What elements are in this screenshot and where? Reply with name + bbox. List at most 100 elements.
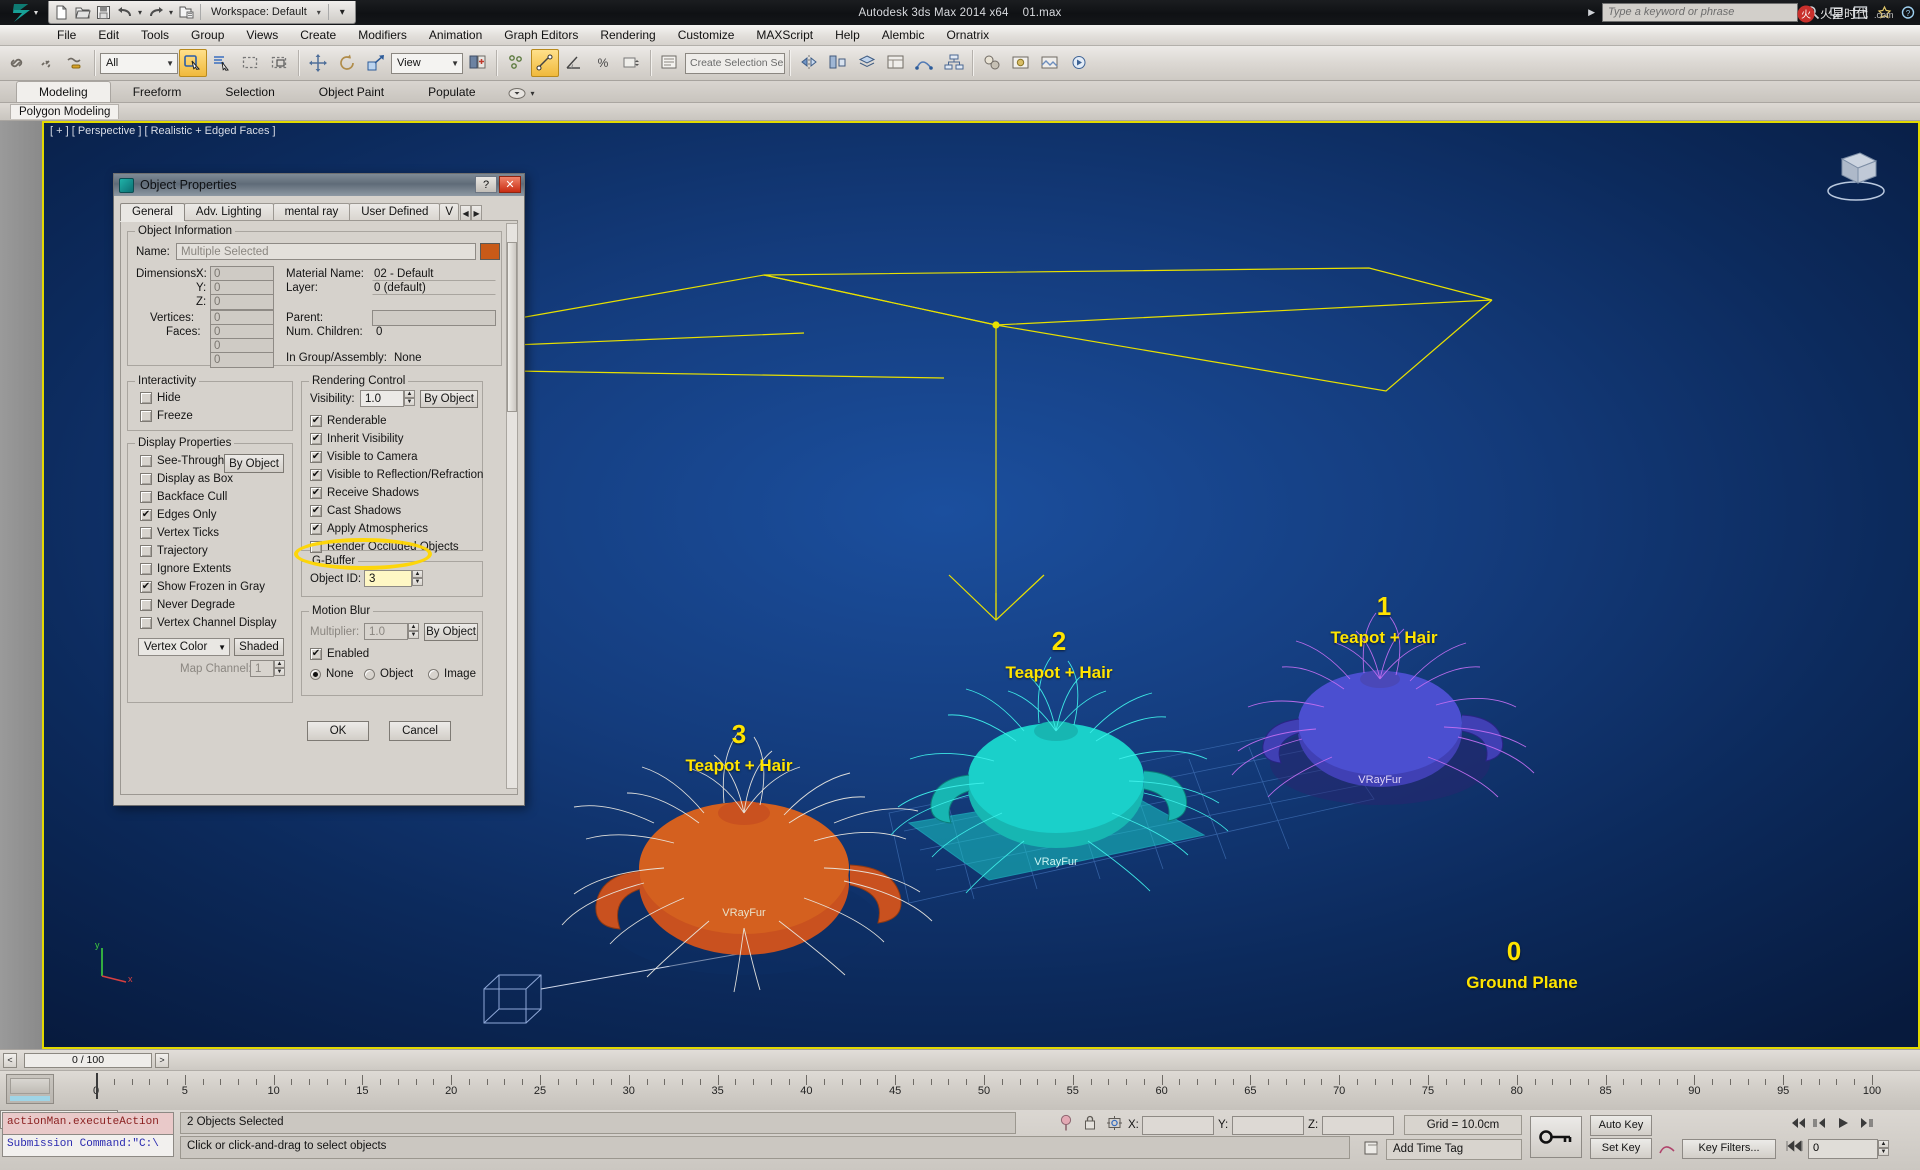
key-filter-curve-icon[interactable] <box>1658 1139 1676 1160</box>
menu-item-animation[interactable]: Animation <box>418 26 493 44</box>
next-frame-button[interactable]: > <box>155 1052 169 1068</box>
coord-y-field[interactable] <box>1232 1116 1304 1135</box>
current-frame-field[interactable]: 0 <box>1808 1139 1878 1159</box>
checkbox-visible-to-camera[interactable]: Visible to Camera <box>310 451 418 463</box>
project-folder-icon[interactable] <box>177 3 196 22</box>
menu-item-create[interactable]: Create <box>289 26 347 44</box>
checkbox-see-through[interactable]: See-Through <box>140 455 224 467</box>
set-key-mode-toggle[interactable] <box>1530 1116 1582 1158</box>
percent-snap-toggle-icon[interactable]: % <box>589 49 617 77</box>
window-crossing-toggle-icon[interactable] <box>266 49 294 77</box>
max-app-logo-icon[interactable] <box>4 1 46 25</box>
select-and-link-icon[interactable] <box>4 49 32 77</box>
menu-item-file[interactable]: File <box>46 26 87 44</box>
schematic-view-icon[interactable] <box>940 49 968 77</box>
bind-to-space-warp-icon[interactable] <box>62 49 90 77</box>
menu-item-group[interactable]: Group <box>180 26 235 44</box>
frame-counter-field[interactable]: 0 / 100 <box>24 1052 152 1068</box>
coord-z-field[interactable] <box>1322 1116 1394 1135</box>
checkbox-display-as-box[interactable]: Display as Box <box>140 473 233 485</box>
dialog-help-button[interactable]: ? <box>475 176 497 193</box>
checkbox-never-degrade[interactable]: Never Degrade <box>140 599 235 611</box>
ribbon-subtab-polygon-modeling[interactable]: Polygon Modeling <box>10 104 120 119</box>
absolute-relative-transform-icon[interactable] <box>1106 1114 1123 1135</box>
layer-manager-icon[interactable] <box>853 49 881 77</box>
menu-item-graph-editors[interactable]: Graph Editors <box>493 26 589 44</box>
checkbox-show-frozen-in-gray[interactable]: Show Frozen in Gray <box>140 581 265 593</box>
rendered-frame-window-icon[interactable] <box>1036 49 1064 77</box>
ribbon-minimize-control[interactable]: ▾ <box>508 87 535 102</box>
ribbon-tab-modeling[interactable]: Modeling <box>16 81 111 102</box>
cancel-button[interactable]: Cancel <box>389 721 451 741</box>
render-setup-icon[interactable] <box>1007 49 1035 77</box>
graphite-modeling-toggle-icon[interactable] <box>882 49 910 77</box>
open-file-icon[interactable] <box>73 3 92 22</box>
go-to-start-icon[interactable] <box>1788 1116 1806 1133</box>
next-frame-icon[interactable] <box>1857 1116 1875 1133</box>
edit-named-selection-sets-icon[interactable] <box>656 49 684 77</box>
radio-motion-blur-object[interactable]: Object <box>364 668 413 680</box>
search-input[interactable]: Type a keyword or phrase <box>1602 2 1798 22</box>
auto-key-button[interactable]: Auto Key <box>1590 1115 1652 1136</box>
checkbox-visible-to-reflection-refraction[interactable]: Visible to Reflection/Refraction <box>310 469 483 481</box>
spinner-up-icon[interactable]: ▲ <box>412 570 423 578</box>
previous-frame-icon[interactable] <box>1811 1116 1829 1133</box>
time-tag-cube-icon[interactable] <box>1362 1139 1380 1160</box>
infocenter-expand-icon[interactable]: ▶ <box>1585 7 1598 18</box>
ribbon-tab-populate[interactable]: Populate <box>406 82 497 102</box>
workspace-selector[interactable]: Workspace: Default ▾ <box>205 3 324 22</box>
named-selection-set-input[interactable]: Create Selection Se <box>685 52 785 74</box>
tab-general[interactable]: General <box>120 203 185 221</box>
checkbox-ignore-extents[interactable]: Ignore Extents <box>140 563 231 575</box>
qat-overflow-icon[interactable]: ▾ <box>333 3 352 22</box>
checkbox-vertex-channel-display[interactable]: Vertex Channel Display <box>140 617 277 629</box>
checkbox-edges-only[interactable]: Edges Only <box>140 509 216 521</box>
undo-icon[interactable] <box>115 3 134 22</box>
menu-item-customize[interactable]: Customize <box>667 26 746 44</box>
checkbox-hide[interactable]: Hide <box>140 392 181 404</box>
object-id-spinner[interactable]: ▲ ▼ <box>412 570 423 586</box>
checkbox-receive-shadows[interactable]: Receive Shadows <box>310 487 419 499</box>
checkbox-vertex-ticks[interactable]: Vertex Ticks <box>140 527 219 539</box>
dialog-title-bar[interactable]: Object Properties ? ✕ <box>114 174 524 196</box>
redo-icon[interactable] <box>146 3 165 22</box>
material-editor-icon[interactable] <box>978 49 1006 77</box>
vertex-channel-dropdown[interactable]: Vertex Color ▼ <box>138 638 230 656</box>
mirror-icon[interactable] <box>795 49 823 77</box>
visibility-field[interactable]: 1.0 <box>360 390 404 407</box>
select-and-move-icon[interactable] <box>304 49 332 77</box>
align-icon[interactable] <box>824 49 852 77</box>
new-file-icon[interactable] <box>52 3 71 22</box>
redo-dropdown-icon[interactable]: ▾ <box>167 3 175 22</box>
checkbox-inherit-visibility[interactable]: Inherit Visibility <box>310 433 404 445</box>
dialog-close-button[interactable]: ✕ <box>499 176 521 193</box>
add-time-tag-button[interactable]: Add Time Tag <box>1386 1139 1522 1160</box>
object-id-field[interactable]: 3 <box>364 570 412 587</box>
motion-blur-by-object-button[interactable]: By Object <box>424 623 478 641</box>
time-ruler[interactable]: 0510152025303540455055606570758085909510… <box>0 1070 1920 1110</box>
menu-item-help[interactable]: Help <box>824 26 871 44</box>
go-to-end-icon[interactable] <box>1786 1139 1804 1156</box>
curve-editor-icon[interactable] <box>911 49 939 77</box>
object-properties-dialog[interactable]: Object Properties ? ✕ General Adv. Light… <box>113 173 525 806</box>
spinner-up-icon[interactable]: ▲ <box>404 390 415 398</box>
save-file-icon[interactable] <box>94 3 113 22</box>
spinner-snap-toggle-icon[interactable] <box>618 49 646 77</box>
checkbox-backface-cull[interactable]: Backface Cull <box>140 491 227 503</box>
checkbox-renderable[interactable]: Renderable <box>310 415 386 427</box>
ribbon-tab-selection[interactable]: Selection <box>203 82 296 102</box>
spinner-down-icon[interactable]: ▼ <box>404 398 415 406</box>
use-pivot-point-center-icon[interactable] <box>464 49 492 77</box>
time-playhead[interactable] <box>96 1073 98 1099</box>
ribbon-tab-freeform[interactable]: Freeform <box>111 82 204 102</box>
select-and-scale-icon[interactable] <box>362 49 390 77</box>
spinner-down-icon[interactable]: ▼ <box>412 578 423 586</box>
key-filters-button[interactable]: Key Filters... <box>1682 1139 1776 1159</box>
select-and-rotate-icon[interactable] <box>333 49 361 77</box>
tab-v[interactable]: V <box>439 203 460 221</box>
tab-adv-lighting[interactable]: Adv. Lighting <box>183 203 274 221</box>
lock-icon[interactable] <box>1082 1114 1098 1135</box>
visibility-spinner[interactable]: ▲ ▼ <box>404 390 415 406</box>
select-object-icon[interactable] <box>179 49 207 77</box>
checkbox-trajectory[interactable]: Trajectory <box>140 545 208 557</box>
